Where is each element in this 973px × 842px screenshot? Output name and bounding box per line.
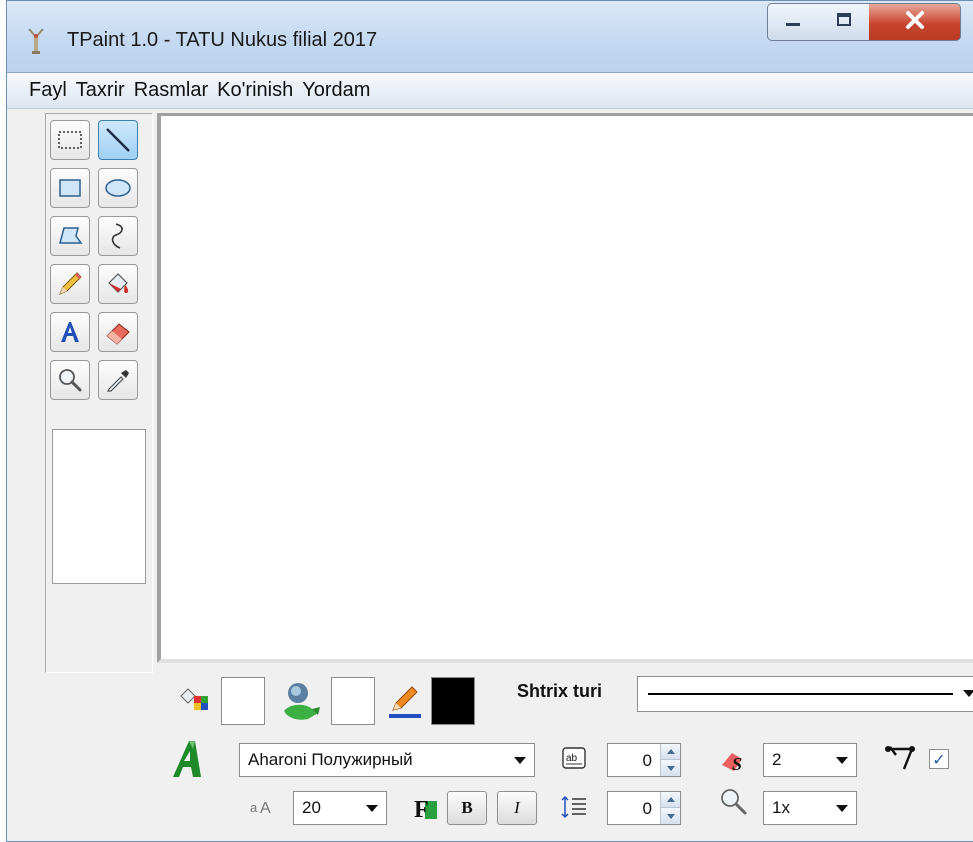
chevron-down-icon: [963, 690, 973, 697]
menu-rasmlar[interactable]: Rasmlar: [134, 79, 208, 102]
title-bar[interactable]: TPaint 1.0 - TATU Nukus filial 2017: [7, 1, 973, 73]
toolbox: [45, 113, 153, 673]
tool-rectangle[interactable]: [50, 168, 90, 208]
zoom-icon: [717, 785, 751, 819]
menu-bar: Fayl Taxrir Rasmlar Ko'rinish Yordam: [7, 73, 973, 109]
brush-width-select[interactable]: 2: [763, 743, 857, 777]
text-fill-icon: F: [411, 791, 441, 825]
char-spacing-up[interactable]: [661, 744, 680, 760]
bold-button[interactable]: B: [447, 791, 487, 825]
zoom-value: 1x: [772, 798, 790, 817]
line-spacing-down[interactable]: [661, 808, 680, 824]
fill-color-swatch[interactable]: [221, 677, 265, 725]
fill-color-icon: [177, 681, 213, 717]
chevron-down-icon: [836, 757, 848, 764]
tool-line[interactable]: [98, 120, 138, 160]
shape-corner-icon: [883, 741, 919, 775]
font-size-select[interactable]: 20: [293, 791, 387, 825]
app-logo-icon: [25, 27, 47, 55]
text-a-icon: [61, 322, 79, 342]
tool-curve[interactable]: [98, 216, 138, 256]
minimize-button[interactable]: [767, 3, 819, 41]
rectangle-icon: [59, 179, 81, 197]
menu-yordam[interactable]: Yordam: [302, 79, 370, 102]
tool-pencil[interactable]: [50, 264, 90, 304]
tool-ellipse[interactable]: [98, 168, 138, 208]
ellipse-icon: [105, 179, 131, 197]
polygon-icon: [59, 227, 83, 244]
stroke-color-icon: [385, 681, 425, 721]
arrow-up-icon: [666, 749, 675, 754]
font-size-icon: aA: [247, 791, 281, 821]
stroke-color-swatch[interactable]: [431, 677, 475, 725]
tool-color-picker[interactable]: [98, 360, 138, 400]
svg-text:S: S: [732, 754, 742, 774]
menu-korinish[interactable]: Ko'rinish: [217, 79, 293, 102]
pencil-icon: [59, 272, 82, 295]
italic-button[interactable]: I: [497, 791, 537, 825]
dashed-rectangle-icon: [58, 131, 82, 149]
window-title: TPaint 1.0 - TATU Nukus filial 2017: [67, 29, 378, 51]
gradient-color-icon: [275, 677, 327, 725]
eyedropper-icon: [107, 370, 129, 392]
chevron-down-icon: [836, 805, 848, 812]
arrow-down-icon: [666, 765, 675, 771]
zoom-select[interactable]: 1x: [763, 791, 857, 825]
char-spacing-stepper[interactable]: 0: [607, 743, 681, 777]
minimize-icon: [784, 13, 802, 32]
svg-text:F: F: [414, 797, 429, 823]
checkmark-icon: ✓: [932, 749, 946, 769]
menu-taxrir[interactable]: Taxrir: [76, 79, 125, 102]
arrow-down-icon: [666, 813, 675, 819]
drawing-canvas[interactable]: [157, 113, 973, 663]
stroke-type-line-preview: [648, 693, 953, 695]
paint-bucket-icon: [108, 273, 129, 293]
font-name-value: Aharoni Полужирный: [248, 750, 413, 769]
line-spacing-value: 0: [642, 799, 652, 818]
magnifier-icon: [59, 369, 82, 392]
tool-rect-select[interactable]: [50, 120, 90, 160]
close-button[interactable]: [869, 3, 961, 41]
line-spacing-icon: [559, 791, 589, 823]
shape-corner-checkbox[interactable]: ✓: [929, 749, 949, 769]
brush-width-icon: S: [717, 743, 753, 777]
line-spacing-stepper[interactable]: 0: [607, 791, 681, 825]
brush-width-value: 2: [772, 750, 782, 769]
char-spacing-down[interactable]: [661, 760, 680, 776]
tool-text[interactable]: [50, 312, 90, 352]
font-name-select[interactable]: Aharoni Полужирный: [239, 743, 535, 777]
line-icon: [106, 128, 130, 152]
curve-icon: [111, 223, 123, 249]
line-spacing-up[interactable]: [661, 792, 680, 808]
svg-text:ab: ab: [566, 753, 578, 764]
tool-fill[interactable]: [98, 264, 138, 304]
arrow-up-icon: [666, 797, 675, 802]
tool-zoom[interactable]: [50, 360, 90, 400]
maximize-icon: [835, 12, 853, 32]
char-spacing-icon: ab: [559, 743, 589, 773]
gradient-color-swatch[interactable]: [331, 677, 375, 725]
eraser-icon: [106, 323, 130, 345]
chevron-down-icon: [366, 805, 378, 812]
font-style-icon: [167, 735, 215, 783]
svg-text:a: a: [250, 800, 258, 815]
stroke-type-select[interactable]: [637, 676, 973, 712]
main-window: TPaint 1.0 - TATU Nukus filial 2017 Fayl…: [6, 0, 973, 842]
close-icon: [904, 10, 926, 34]
svg-text:A: A: [260, 800, 271, 817]
stroke-type-label: Shtrix turi: [517, 681, 603, 701]
maximize-button[interactable]: [818, 3, 870, 41]
tool-options-preview[interactable]: [52, 429, 146, 584]
menu-fayl[interactable]: Fayl: [29, 79, 67, 102]
chevron-down-icon: [514, 757, 526, 764]
tool-eraser[interactable]: [98, 312, 138, 352]
char-spacing-value: 0: [642, 751, 652, 770]
tool-polygon[interactable]: [50, 216, 90, 256]
font-size-value: 20: [302, 798, 321, 817]
